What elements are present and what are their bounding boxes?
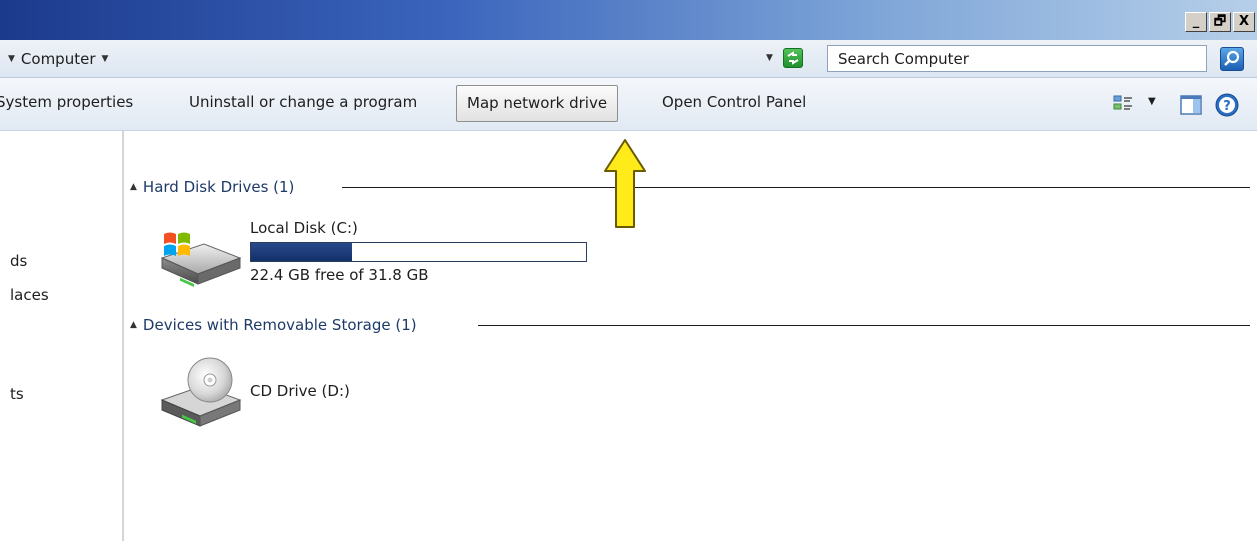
window-controls: _ 🗗 X xyxy=(1185,12,1255,32)
group-header-removable[interactable]: ▲ Devices with Removable Storage (1) xyxy=(130,316,417,334)
collapse-icon[interactable]: ▲ xyxy=(130,182,137,192)
pointer-arrow-icon xyxy=(602,137,648,235)
group-divider xyxy=(478,325,1250,326)
drive-free-space: 22.4 GB free of 31.8 GB xyxy=(250,266,429,284)
breadcrumb-computer[interactable]: Computer xyxy=(21,50,96,68)
group-title: Devices with Removable Storage (1) xyxy=(142,316,417,334)
nav-item-recent-places[interactable]: laces xyxy=(10,286,49,304)
maximize-button[interactable]: 🗗 xyxy=(1209,12,1231,32)
chevron-down-icon[interactable]: ▼ xyxy=(8,54,15,64)
breadcrumb[interactable]: ▼ Computer ▼ xyxy=(8,40,108,77)
system-properties-button[interactable]: System properties xyxy=(0,93,133,111)
drive-name: CD Drive (D:) xyxy=(250,382,350,400)
group-title: Hard Disk Drives (1) xyxy=(142,178,295,196)
search-placeholder: Search Computer xyxy=(838,50,969,68)
open-control-panel-button[interactable]: Open Control Panel xyxy=(662,93,806,111)
close-button[interactable]: X xyxy=(1233,12,1255,32)
search-input[interactable]: Search Computer xyxy=(827,45,1207,72)
cd-drive-icon xyxy=(158,356,244,432)
collapse-icon[interactable]: ▲ xyxy=(130,320,137,330)
svg-text:?: ? xyxy=(1223,99,1231,114)
drive-name: Local Disk (C:) xyxy=(250,219,358,237)
search-icon[interactable] xyxy=(1220,47,1244,71)
preview-pane-icon[interactable] xyxy=(1180,95,1202,119)
view-options-dropdown-icon[interactable]: ▼ xyxy=(1148,96,1156,107)
group-divider xyxy=(342,187,1250,188)
nav-item-downloads[interactable]: ds xyxy=(10,252,27,270)
hard-disk-icon xyxy=(158,224,244,294)
map-network-drive-button[interactable]: Map network drive xyxy=(456,85,619,122)
nav-item-documents[interactable]: ts xyxy=(10,385,24,403)
help-icon[interactable]: ? xyxy=(1215,93,1239,121)
navigation-pane: ds laces ts xyxy=(0,131,124,541)
command-bar: System properties Uninstall or change a … xyxy=(0,78,1257,131)
refresh-icon[interactable] xyxy=(783,48,803,68)
group-header-hard-disk[interactable]: ▲ Hard Disk Drives (1) xyxy=(130,178,294,196)
view-options-icon[interactable] xyxy=(1113,95,1133,119)
drive-usage-fill xyxy=(251,243,352,261)
drive-usage-bar xyxy=(250,242,587,262)
address-history-dropdown-icon[interactable]: ▼ xyxy=(766,53,773,63)
title-bar: _ 🗗 X xyxy=(0,0,1257,40)
address-bar: ▼ Computer ▼ ▼ Search Computer xyxy=(0,40,1257,78)
chevron-down-icon[interactable]: ▼ xyxy=(102,54,109,64)
uninstall-program-button[interactable]: Uninstall or change a program xyxy=(189,93,417,111)
minimize-button[interactable]: _ xyxy=(1185,12,1207,32)
